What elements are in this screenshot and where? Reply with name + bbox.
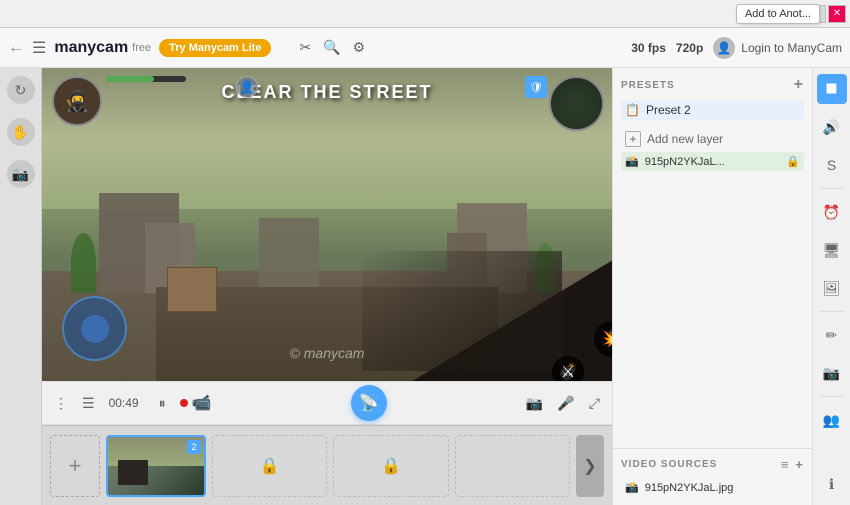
icon-bar-volume[interactable]: 🔊 — [817, 112, 847, 142]
video-area: Clear THE STREET 🥷 👤 🛡 — [42, 68, 612, 381]
layer-item-icon: 📸 — [625, 155, 639, 168]
presets-add-button[interactable]: + — [794, 76, 804, 94]
mic-button[interactable]: 🎤 — [557, 395, 574, 412]
video-controls: ⋮ ☰ 00:49 ⏸ 📹 📡 📷 🎤 ⤢ — [42, 381, 612, 425]
layer-empty-2: 🔒 — [333, 435, 448, 497]
title-bar: Add to Anot... – □ ✕ — [0, 0, 850, 28]
icon-bar-pencil[interactable]: ✏ — [817, 320, 847, 350]
brand: manycam free — [54, 39, 151, 57]
layer-strip: + 2 🔒 🔒 ❯ — [42, 425, 612, 505]
presets-title: PRESETS — [621, 80, 675, 91]
main-area: ↻ ✋ 📷 — [0, 68, 850, 505]
layer-empty-1: 🔒 — [212, 435, 327, 497]
pause-icon[interactable]: ⏸ — [159, 395, 166, 412]
vs-actions: ≡ + — [781, 457, 804, 472]
icon-bar-image[interactable]: 🖼 — [817, 273, 847, 303]
joystick-inner — [81, 315, 109, 343]
back-icon[interactable]: ← — [8, 39, 24, 57]
layer-empty-3 — [455, 435, 570, 497]
add-layer-icon: + — [625, 131, 641, 147]
action-btn-4[interactable]: ⚔ — [552, 356, 584, 381]
minimap — [549, 76, 604, 131]
icon-bar-divider-2 — [820, 311, 844, 312]
joystick[interactable] — [62, 296, 127, 361]
resolution-display: 720p — [676, 41, 703, 55]
video-sources-section: VIDEO SOURCES ≡ + 📸 915pN2YKJaL.jpg — [613, 448, 812, 505]
right-icon-bar: ⯀ 🔊 S ⏰ 🖥 🖼 ✏ 📷 👥 ℹ — [812, 68, 850, 505]
add-layer-row[interactable]: + Add new layer — [621, 128, 804, 150]
brand-name: manycam — [54, 39, 128, 57]
vs-title: VIDEO SOURCES — [621, 459, 717, 470]
player-avatar: 🥷 — [52, 76, 102, 126]
icon-bar-people[interactable]: 👥 — [817, 405, 847, 435]
brand-free-label: free — [132, 42, 151, 54]
expand-button[interactable]: ⤢ — [589, 395, 600, 412]
icon-bar-grid[interactable]: ⯀ — [817, 74, 847, 104]
login-text: Login to ManyCam — [741, 41, 842, 55]
more-options-icon[interactable]: ⋮ — [54, 395, 68, 412]
login-area[interactable]: 👤 Login to ManyCam — [713, 37, 842, 59]
watermark: © manycam — [290, 345, 365, 361]
toolbar: ← ☰ manycam free Try Manycam Lite ✂ 🔍 ⚙ … — [0, 28, 850, 68]
right-panel-top: PRESETS + 📋 Preset 2 + Add new layer 📸 9… — [613, 68, 812, 448]
vs-header: VIDEO SOURCES ≡ + — [621, 457, 804, 472]
crop-icon[interactable]: ✂ — [299, 39, 311, 56]
sidebar-icon-1[interactable]: ↻ — [7, 76, 35, 104]
vs-add-icon[interactable]: + — [795, 457, 804, 472]
camera-button[interactable]: 📷 — [526, 395, 543, 412]
broadcast-button[interactable]: 📡 — [351, 385, 387, 421]
settings-icon[interactable]: ⚙ — [353, 39, 366, 56]
layer-scroll-right[interactable]: ❯ — [576, 435, 604, 497]
health-bar — [106, 76, 186, 82]
tooltip-box: Add to Anot... — [736, 4, 820, 24]
zoom-icon[interactable]: 🔍 — [323, 39, 340, 56]
menu-icon[interactable]: ☰ — [32, 38, 46, 58]
toolbar-left: ← ☰ manycam free Try Manycam Lite ✂ 🔍 ⚙ — [8, 38, 623, 58]
toolbar-icons: ✂ 🔍 ⚙ — [299, 39, 365, 56]
layer-lock-icon[interactable]: 🔒 — [786, 155, 800, 168]
vs-settings-icon[interactable]: ≡ — [781, 457, 790, 472]
close-button[interactable]: ✕ — [828, 5, 846, 23]
user-avatar: 👤 — [713, 37, 735, 59]
icon-bar-text[interactable]: S — [817, 150, 847, 180]
icon-bar-photo[interactable]: 📷 — [817, 358, 847, 388]
layer-section: + Add new layer 📸 915pN2YKJaL... 🔒 — [621, 128, 804, 171]
record-button[interactable]: 📹 — [180, 393, 212, 413]
preset-label: Preset 2 — [646, 103, 691, 117]
icon-bar-screen[interactable]: 🖥 — [817, 235, 847, 265]
playlist-icon[interactable]: ☰ — [82, 395, 95, 412]
icon-bar-divider-1 — [820, 188, 844, 189]
record-dot — [180, 399, 188, 407]
left-sidebar: ↻ ✋ 📷 — [0, 68, 42, 505]
icon-bar-info[interactable]: ℹ — [817, 469, 847, 499]
center-content: Clear THE STREET 🥷 👤 🛡 — [42, 68, 612, 505]
add-layer-button[interactable]: + — [50, 435, 100, 497]
layer-thumbnail[interactable]: 2 — [106, 435, 206, 497]
fps-display: 30 fps — [631, 41, 666, 55]
vs-item[interactable]: 📸 915pN2YKJaL.jpg — [621, 478, 804, 497]
lock-icon-1: 🔒 — [260, 456, 280, 476]
add-layer-text: Add new layer — [647, 132, 723, 146]
preset-item[interactable]: 📋 Preset 2 — [621, 100, 804, 120]
sidebar-icon-3[interactable]: 📷 — [7, 160, 35, 188]
layer-item[interactable]: 📸 915pN2YKJaL... 🔒 — [621, 152, 804, 171]
sidebar-icon-2[interactable]: ✋ — [7, 118, 35, 146]
time-display: 00:49 — [109, 396, 145, 410]
health-fill — [106, 76, 154, 82]
icon-bar-divider-3 — [820, 396, 844, 397]
presets-section-header: PRESETS + — [621, 76, 804, 94]
try-button[interactable]: Try Manycam Lite — [159, 39, 271, 57]
layer-badge: 2 — [187, 440, 201, 454]
preset-icon: 📋 — [625, 103, 640, 117]
toolbar-right: 30 fps 720p 👤 Login to ManyCam — [631, 37, 842, 59]
vs-item-icon: 📸 — [625, 481, 639, 494]
game-background: Clear THE STREET 🥷 👤 🛡 — [42, 68, 612, 381]
layer-item-name: 915pN2YKJaL... — [645, 156, 781, 168]
lock-icon-2: 🔒 — [381, 456, 401, 476]
vs-item-name: 915pN2YKJaL.jpg — [645, 482, 734, 494]
right-panel: PRESETS + 📋 Preset 2 + Add new layer 📸 9… — [612, 68, 812, 505]
icon-bar-clock[interactable]: ⏰ — [817, 197, 847, 227]
